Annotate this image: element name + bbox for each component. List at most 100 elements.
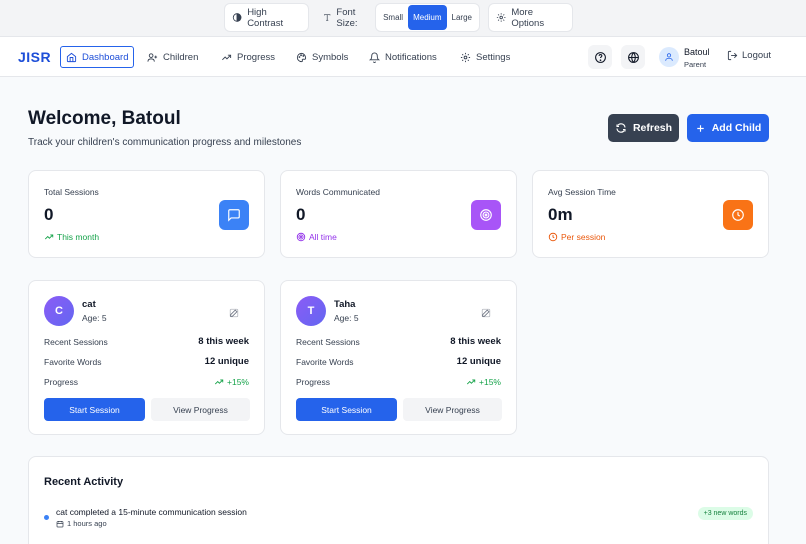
- message-square-icon: [228, 209, 240, 222]
- add-child-label: Add Child: [711, 122, 762, 134]
- logout-button[interactable]: Logout: [727, 50, 771, 61]
- user-icon: [665, 53, 673, 61]
- nav-dashboard-label: Dashboard: [82, 51, 129, 63]
- activity-text: cat completed a 15-minute communication …: [56, 507, 247, 517]
- stat-value: 0: [296, 205, 306, 224]
- type-icon: [324, 14, 331, 21]
- edit-child-button[interactable]: [481, 305, 491, 323]
- refresh-label: Refresh: [632, 122, 673, 134]
- trending-up-icon: [222, 54, 232, 60]
- edit-icon: [481, 308, 491, 318]
- child-name: cat: [82, 299, 96, 310]
- clock-icon: [732, 209, 744, 221]
- font-size-medium[interactable]: Medium: [408, 5, 447, 30]
- refresh-button[interactable]: Refresh: [608, 114, 679, 142]
- clock-icon: [548, 232, 558, 242]
- nav-children[interactable]: Children: [142, 46, 203, 68]
- globe-icon: [627, 51, 639, 63]
- stat-icon-box: [471, 200, 501, 230]
- user-role: Parent: [684, 60, 707, 69]
- view-progress-button[interactable]: View Progress: [151, 398, 250, 421]
- stat-sub: All time: [296, 232, 337, 242]
- words-label: Favorite Words: [44, 357, 102, 367]
- stat-sub: This month: [44, 232, 99, 242]
- stat-card-words-communicated: Words Communicated 0 All time: [280, 170, 517, 258]
- avatar[interactable]: [659, 47, 679, 67]
- edit-child-button[interactable]: [229, 305, 239, 323]
- nav-children-label: Children: [163, 51, 199, 63]
- more-options-button[interactable]: More Options: [488, 3, 573, 32]
- progress-value: +15%: [466, 377, 501, 387]
- font-size-small[interactable]: Small: [378, 5, 408, 30]
- edit-icon: [229, 308, 239, 318]
- view-progress-button[interactable]: View Progress: [403, 398, 502, 421]
- child-age: Age: 5: [82, 313, 107, 323]
- app-logo[interactable]: JISR: [18, 49, 51, 65]
- more-options-label: More Options: [511, 6, 545, 29]
- high-contrast-button[interactable]: High Contrast: [224, 3, 309, 32]
- nav-symbols-label: Symbols: [312, 51, 349, 63]
- child-avatar: C: [44, 296, 74, 326]
- font-size-group: Font Size: Small Medium Large: [313, 3, 480, 32]
- words-value: 12 unique: [204, 356, 249, 367]
- help-button[interactable]: [588, 45, 612, 69]
- nav-settings[interactable]: Settings: [455, 46, 515, 68]
- stat-icon-box: [723, 200, 753, 230]
- child-name: Taha: [334, 299, 356, 310]
- language-button[interactable]: [621, 45, 645, 69]
- gear-icon: [460, 52, 471, 62]
- progress-label: Progress: [44, 377, 79, 387]
- recent-activity-card: Recent Activity cat completed a 15-minut…: [28, 456, 769, 544]
- start-session-button[interactable]: Start Session: [44, 398, 145, 421]
- activity-time: 1 hours ago: [56, 519, 107, 528]
- progress-value-label: +15%: [479, 377, 501, 387]
- target-icon: [296, 232, 306, 242]
- nav-dashboard[interactable]: Dashboard: [60, 46, 135, 68]
- activity-badge: +3 new words: [697, 507, 753, 520]
- user-name: Batoul: [684, 47, 710, 57]
- stat-card-total-sessions: Total Sessions 0 This month: [28, 170, 265, 258]
- recent-activity-title: Recent Activity: [44, 476, 124, 488]
- nav-notifications-label: Notifications: [385, 51, 437, 63]
- gear-icon: [496, 13, 506, 22]
- stat-label: Total Sessions: [44, 187, 99, 197]
- nav-symbols[interactable]: Symbols: [291, 46, 353, 68]
- nav-settings-label: Settings: [476, 51, 511, 63]
- nav-notifications[interactable]: Notifications: [364, 46, 442, 68]
- plus-icon: [696, 124, 704, 132]
- child-avatar: T: [296, 296, 326, 326]
- stat-value: 0: [44, 205, 54, 224]
- stat-sub-label: This month: [57, 232, 100, 242]
- bell-icon: [369, 52, 380, 63]
- stat-sub: Per session: [548, 232, 605, 242]
- calendar-icon: [56, 520, 64, 527]
- start-session-button[interactable]: Start Session: [296, 398, 397, 421]
- nav-progress[interactable]: Progress: [216, 46, 280, 68]
- logout-icon: [727, 50, 738, 61]
- add-child-button[interactable]: Add Child: [687, 114, 769, 142]
- stat-icon-box: [219, 200, 249, 230]
- sessions-label: Recent Sessions: [44, 337, 108, 347]
- font-size-large[interactable]: Large: [447, 5, 477, 30]
- high-contrast-label: High Contrast: [247, 6, 284, 29]
- words-value: 12 unique: [456, 356, 501, 367]
- stat-sub-label: All time: [309, 232, 337, 242]
- trending-up-icon: [44, 234, 54, 240]
- progress-value: +15%: [214, 377, 249, 387]
- trending-up-icon: [214, 379, 224, 385]
- sessions-label: Recent Sessions: [296, 337, 360, 347]
- palette-icon: [296, 52, 307, 62]
- stat-label: Avg Session Time: [548, 187, 616, 197]
- help-circle-icon: [594, 51, 606, 63]
- stat-sub-label: Per session: [561, 232, 606, 242]
- user-plus-icon: [147, 52, 158, 62]
- activity-time-label: 1 hours ago: [67, 519, 107, 528]
- child-age: Age: 5: [334, 313, 359, 323]
- target-icon: [480, 209, 492, 221]
- nav-progress-label: Progress: [237, 51, 276, 63]
- progress-label: Progress: [296, 377, 331, 387]
- child-card-taha: T Taha Age: 5 Recent Sessions 8 this wee…: [280, 280, 517, 435]
- font-size-label: Font Size:: [336, 6, 358, 29]
- accessibility-toolbar: High Contrast Font Size: Small Medium La…: [0, 0, 806, 37]
- progress-value-label: +15%: [227, 377, 249, 387]
